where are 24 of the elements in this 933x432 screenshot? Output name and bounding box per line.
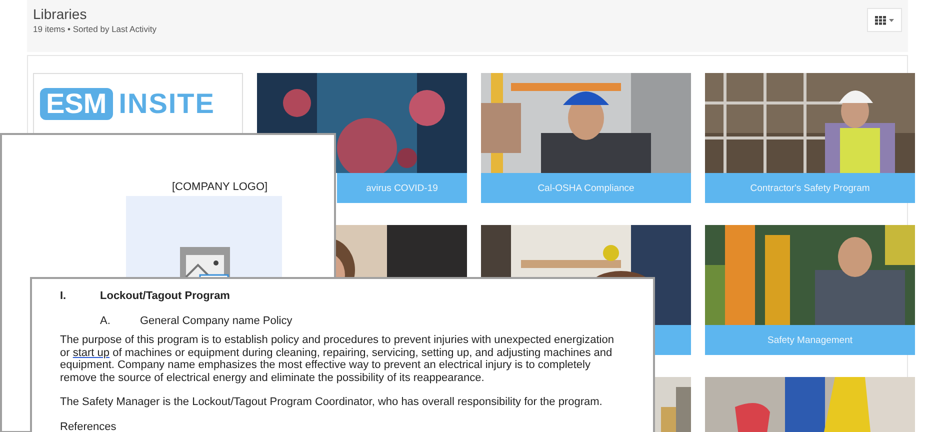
references-heading: References: [60, 420, 118, 432]
subsection-heading: General Company name Policy: [140, 315, 292, 327]
item-summary: 19 items • Sorted by Last Activity: [33, 24, 156, 34]
card-title: Safety Management: [767, 334, 853, 346]
caret-icon: [889, 18, 894, 22]
body-paragraph: The purpose of this program is to establish policy and procedures to prevent injuries with unexpected energization or start up of machines or equipment during cleaning, repairing, servicing, setting up, and adjusting machines and equipment. Company name emphasizes the most effective way to prevent an electrical injury is to completely remove the source of electrical energy and eliminate the possibility of its reappearance.: [60, 334, 615, 384]
logo-word: INSITE: [118, 88, 215, 120]
page-title: Libraries: [33, 6, 88, 22]
card-title: Contractor's Safety Program: [750, 182, 870, 194]
grid-icon: [875, 16, 886, 24]
card-title: Cal-OSHA Compliance: [538, 182, 634, 194]
card-label-bar[interactable]: Safety Management: [705, 325, 915, 355]
logo-card[interactable]: ESM INSITE: [33, 73, 243, 133]
card-title: avirus COVID-19: [366, 182, 438, 194]
card-label-bar[interactable]: Cal-OSHA Compliance: [481, 173, 691, 203]
logo-mark: ESM: [40, 88, 113, 120]
logo-placeholder-text: [COMPANY LOGO]: [172, 181, 268, 193]
subsection-number: A.: [100, 315, 112, 327]
card-label-bar[interactable]: Contractor's Safety Program: [705, 173, 915, 203]
card-label-bar[interactable]: avirus COVID-19: [337, 173, 467, 203]
body-paragraph: The Safety Manager is the Lockout/Tagout Program Coordinator, who has overall responsibility for the program.: [60, 396, 604, 408]
section-number: I.: [60, 290, 68, 302]
section-heading: Lockout/Tagout Program: [100, 290, 230, 302]
view-toggle-button[interactable]: [867, 8, 902, 32]
